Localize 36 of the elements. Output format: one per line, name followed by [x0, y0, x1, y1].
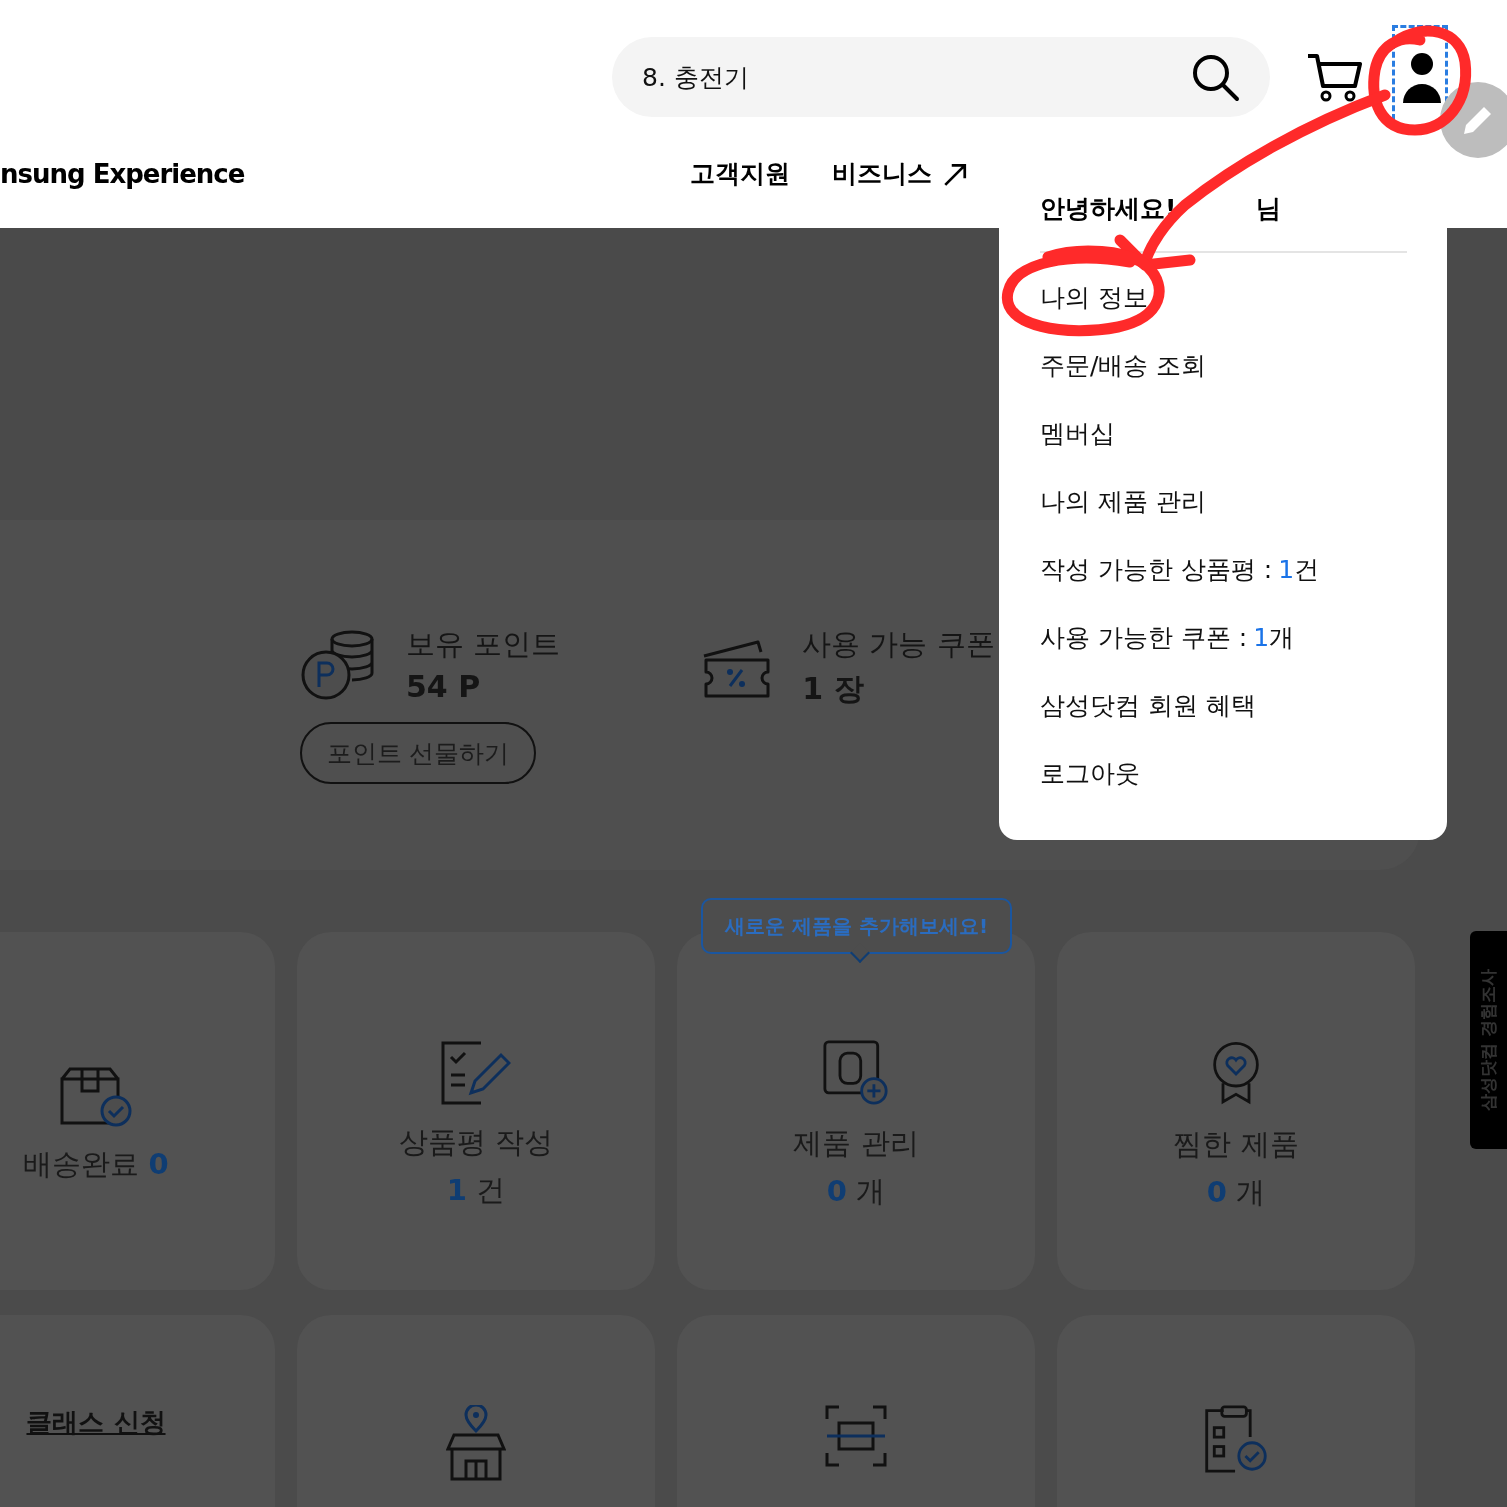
- menu-item[interactable]: 작성 가능한 상품평 : 1건: [1040, 551, 1407, 589]
- coupons-label: 사용 가능 쿠폰: [802, 626, 995, 663]
- store-pin-icon: [446, 1405, 506, 1481]
- clipboard-check-icon: [1204, 1405, 1268, 1473]
- cart-icon[interactable]: [1306, 52, 1362, 102]
- menu-item[interactable]: 삼성닷컴 회원 혜택: [1040, 687, 1407, 725]
- note-pencil-icon: [441, 1041, 511, 1105]
- card-count: 0 개: [1206, 1174, 1266, 1211]
- coupons-value: 1 장: [802, 670, 865, 708]
- menu-item[interactable]: 사용 가능한 쿠폰 : 1개: [1040, 619, 1407, 657]
- nav-link[interactable]: 고객지원: [690, 157, 790, 190]
- search-field[interactable]: 8. 충전기: [612, 37, 1270, 117]
- menu-item[interactable]: 멤버십: [1040, 415, 1407, 453]
- greeting-text: 안녕하세요!: [1040, 193, 1177, 225]
- menu-item[interactable]: 주문/배송 조회: [1040, 347, 1407, 385]
- brand-text: nsung Experience: [0, 158, 246, 189]
- menu-item[interactable]: 로그아웃: [1040, 755, 1407, 793]
- box-check-icon: [60, 1067, 132, 1127]
- heart-badge-icon: [1210, 1039, 1262, 1107]
- points-label: 보유 포인트: [406, 626, 561, 663]
- card-count: 1 건: [446, 1172, 506, 1209]
- watch-plus-icon: [823, 1040, 889, 1106]
- name-suffix: 님: [1256, 193, 1282, 225]
- menu-item[interactable]: 나의 정보: [1040, 279, 1407, 317]
- search-icon[interactable]: [1190, 52, 1240, 102]
- points-value: 54 P: [406, 669, 482, 704]
- card-title: 제품 관리: [793, 1125, 919, 1162]
- nav-link[interactable]: 비즈니스: [832, 157, 968, 190]
- user-icon[interactable]: [1402, 51, 1442, 103]
- coins-icon: [300, 628, 376, 701]
- card-count: 0 개: [826, 1173, 886, 1210]
- menu-item[interactable]: 나의 제품 관리: [1040, 483, 1407, 521]
- card-title: 배송완료 0: [23, 1146, 169, 1183]
- scan-icon: [825, 1405, 887, 1467]
- card-title: 찜한 제품: [1173, 1126, 1299, 1163]
- card-title: 상품평 작성: [398, 1124, 554, 1161]
